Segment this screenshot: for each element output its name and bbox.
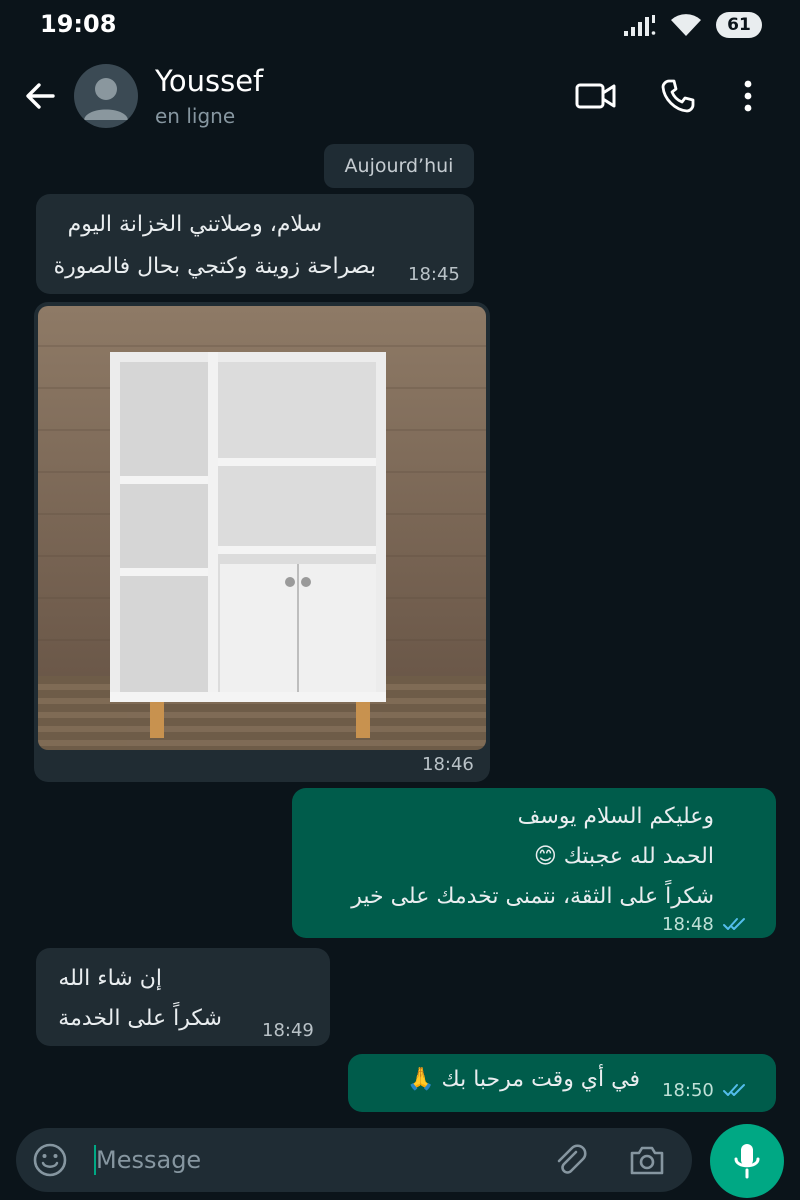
message-input[interactable]: Message (96, 1146, 201, 1174)
shelf-photo[interactable] (38, 306, 486, 750)
chat-header: Youssef en ligne (0, 52, 800, 142)
attach-icon[interactable] (552, 1142, 588, 1178)
chat-messages[interactable]: Aujourd’hui سلام، وصلاتني الخزانة اليوم … (0, 142, 800, 1120)
message-text: في أي وقت مرحبا بك 🙏 (407, 1067, 640, 1092)
message-text: إن شاء الله (58, 966, 162, 991)
battery-icon: 61 (716, 12, 762, 38)
message-text: بصراحة زوينة وكتجي بحال فالصورة (53, 254, 376, 279)
contact-avatar[interactable] (74, 64, 138, 128)
status-icons: 61 (622, 12, 762, 38)
message-text: وعليكم السلام يوسف (517, 804, 714, 829)
emoji-icon[interactable] (32, 1142, 68, 1178)
message-text: شكراً على الخدمة (58, 1006, 222, 1031)
back-button[interactable] (20, 76, 60, 116)
message-time: 18:49 (262, 1020, 314, 1041)
read-ticks-icon (723, 1084, 745, 1096)
more-vert-icon (744, 80, 752, 112)
message-text: الحمد لله عجبتك 😊 (533, 844, 714, 869)
status-bar: 19:08 61 (0, 0, 800, 52)
contact-name[interactable]: Youssef (155, 64, 263, 98)
contact-status: en ligne (155, 104, 236, 128)
mic-icon (734, 1144, 760, 1179)
wifi-icon (671, 14, 701, 37)
message-time: 18:45 (408, 264, 460, 285)
back-arrow-icon (26, 83, 55, 109)
read-ticks-icon (723, 918, 745, 930)
video-call-button[interactable] (574, 74, 618, 118)
voice-call-button[interactable] (656, 74, 700, 118)
message-time: 18:50 (662, 1080, 714, 1101)
message-input-bar: Message (16, 1128, 692, 1192)
more-options-button[interactable] (726, 74, 770, 118)
message-incoming[interactable]: إن شاء الله شكراً على الخدمة 18:49 (36, 948, 330, 1046)
voice-record-button[interactable] (710, 1124, 784, 1198)
video-call-icon (575, 83, 616, 109)
message-outgoing[interactable]: في أي وقت مرحبا بك 🙏 18:50 (348, 1054, 776, 1112)
message-outgoing[interactable]: وعليكم السلام يوسف الحمد لله عجبتك 😊 شكر… (292, 788, 776, 938)
camera-icon[interactable] (628, 1142, 666, 1178)
avatar-icon (84, 78, 128, 120)
message-time: 18:48 (662, 914, 714, 935)
status-time: 19:08 (40, 10, 117, 38)
message-incoming-image[interactable]: 18:46 (34, 302, 490, 782)
shelf-image (38, 306, 486, 750)
signal-icon (624, 15, 656, 36)
message-time: 18:46 (422, 754, 474, 775)
phone-icon (661, 79, 695, 113)
message-text: سلام، وصلاتني الخزانة اليوم (67, 212, 322, 237)
message-incoming[interactable]: سلام، وصلاتني الخزانة اليوم بصراحة زوينة… (36, 194, 474, 294)
date-chip: Aujourd’hui (324, 144, 474, 188)
message-text: شكراً على الثقة، نتمنى تخدمك على خير (351, 884, 714, 909)
